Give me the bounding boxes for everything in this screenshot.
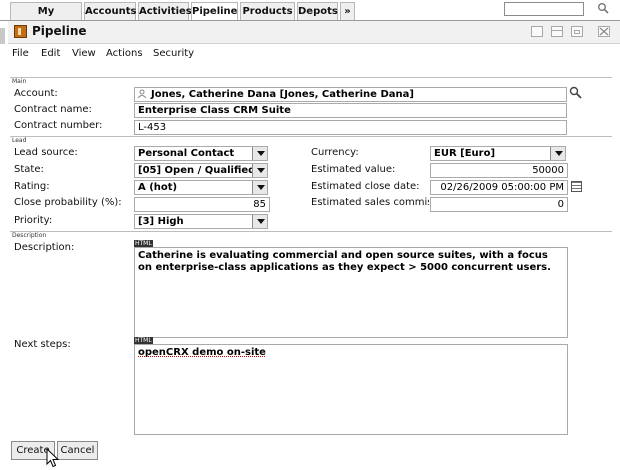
tab-my-homepage[interactable]: My Homepage bbox=[10, 2, 82, 34]
chevron-down-icon[interactable] bbox=[550, 147, 565, 160]
estimated-commission-field[interactable]: 0 bbox=[430, 197, 568, 212]
side-panel-handle[interactable] bbox=[0, 28, 5, 44]
contract-number-field[interactable]: L-453 bbox=[134, 120, 567, 135]
lead-source-value: Personal Contact bbox=[138, 148, 235, 159]
priority-value: [3] High bbox=[138, 216, 184, 227]
account-value: Jones, Catherine Dana [Jones, Catherine … bbox=[151, 89, 414, 100]
window-titlebar: Pipeline bbox=[8, 21, 620, 44]
lead-source-select[interactable]: Personal Contact bbox=[134, 146, 268, 161]
minimize-icon[interactable] bbox=[531, 26, 543, 37]
search-icon[interactable] bbox=[597, 2, 609, 14]
tab-accounts[interactable]: Accounts bbox=[84, 2, 136, 21]
state-value: [05] Open / Qualified bbox=[138, 165, 256, 176]
menu-file[interactable]: File bbox=[12, 48, 29, 59]
section-description-header: Description bbox=[10, 231, 612, 240]
rating-label: Rating: bbox=[14, 181, 50, 192]
rating-value: A (hot) bbox=[138, 182, 178, 193]
contract-name-field[interactable]: Enterprise Class CRM Suite bbox=[134, 103, 567, 118]
menu-edit[interactable]: Edit bbox=[41, 48, 60, 59]
page-title: Pipeline bbox=[32, 24, 87, 38]
state-select[interactable]: [05] Open / Qualified bbox=[134, 163, 268, 178]
tab-more[interactable]: » bbox=[340, 2, 355, 21]
contract-number-label: Contract number: bbox=[14, 120, 103, 131]
menu-actions[interactable]: Actions bbox=[106, 48, 143, 59]
close-icon[interactable] bbox=[598, 26, 610, 37]
section-main-header: Main bbox=[10, 77, 612, 86]
mouse-cursor-icon bbox=[46, 448, 60, 468]
top-navigation: My Homepage Accounts Activities Pipeline… bbox=[0, 0, 620, 34]
contract-name-label: Contract name: bbox=[14, 104, 92, 115]
next-steps-textarea[interactable]: openCRX demo on-site bbox=[134, 344, 568, 435]
chevron-down-icon[interactable] bbox=[252, 164, 267, 177]
pipeline-icon bbox=[14, 25, 27, 38]
tab-activities[interactable]: Activities bbox=[138, 2, 192, 21]
contract-form: Main Account: Jones, Catherine Dana [Jon… bbox=[10, 77, 612, 439]
rating-select[interactable]: A (hot) bbox=[134, 180, 268, 195]
account-field[interactable]: Jones, Catherine Dana [Jones, Catherine … bbox=[134, 87, 567, 102]
tab-pipeline[interactable]: Pipeline bbox=[191, 2, 238, 22]
estimated-close-date-label: Estimated close date: bbox=[311, 181, 420, 192]
lead-source-label: Lead source: bbox=[14, 147, 78, 158]
chevron-down-icon[interactable] bbox=[252, 181, 267, 194]
description-textarea[interactable]: Catherine is evaluating commercial and o… bbox=[134, 247, 568, 338]
priority-select[interactable]: [3] High bbox=[134, 214, 268, 229]
estimated-close-date-field[interactable]: 02/26/2009 05:00:00 PM bbox=[430, 180, 568, 195]
next-steps-html-toggle[interactable]: HTML bbox=[134, 337, 153, 344]
menubar: File Edit View Actions Security bbox=[8, 44, 620, 66]
currency-label: Currency: bbox=[311, 147, 359, 158]
close-probability-field[interactable]: 85 bbox=[134, 197, 270, 212]
account-label: Account: bbox=[14, 88, 58, 99]
search-input[interactable] bbox=[504, 2, 584, 16]
account-lookup-icon[interactable] bbox=[569, 86, 582, 99]
estimated-value-label: Estimated value: bbox=[311, 164, 396, 175]
calendar-icon[interactable] bbox=[571, 181, 582, 192]
priority-label: Priority: bbox=[14, 215, 53, 226]
section-lead-header: Lead bbox=[10, 136, 612, 145]
tab-products[interactable]: Products bbox=[240, 2, 295, 21]
tab-depots[interactable]: Depots bbox=[297, 2, 338, 21]
maximize-icon[interactable] bbox=[551, 26, 563, 37]
estimated-value-field[interactable]: 50000 bbox=[430, 163, 568, 178]
print-icon[interactable] bbox=[571, 26, 583, 37]
account-icon bbox=[137, 89, 147, 99]
cancel-button[interactable]: Cancel bbox=[57, 441, 98, 460]
close-probability-label: Close probability (%): bbox=[14, 197, 122, 208]
estimated-commission-label: Estimated sales commissi bbox=[311, 197, 429, 208]
currency-select[interactable]: EUR [Euro] bbox=[430, 146, 566, 161]
chevron-down-icon[interactable] bbox=[252, 215, 267, 228]
description-html-toggle[interactable]: HTML bbox=[134, 240, 153, 247]
next-steps-label: Next steps: bbox=[14, 339, 71, 350]
menu-security[interactable]: Security bbox=[153, 48, 194, 59]
description-label: Description: bbox=[14, 242, 75, 253]
chevron-down-icon[interactable] bbox=[252, 147, 267, 160]
currency-value: EUR [Euro] bbox=[434, 148, 496, 159]
menu-view[interactable]: View bbox=[72, 48, 96, 59]
state-label: State: bbox=[14, 164, 44, 175]
